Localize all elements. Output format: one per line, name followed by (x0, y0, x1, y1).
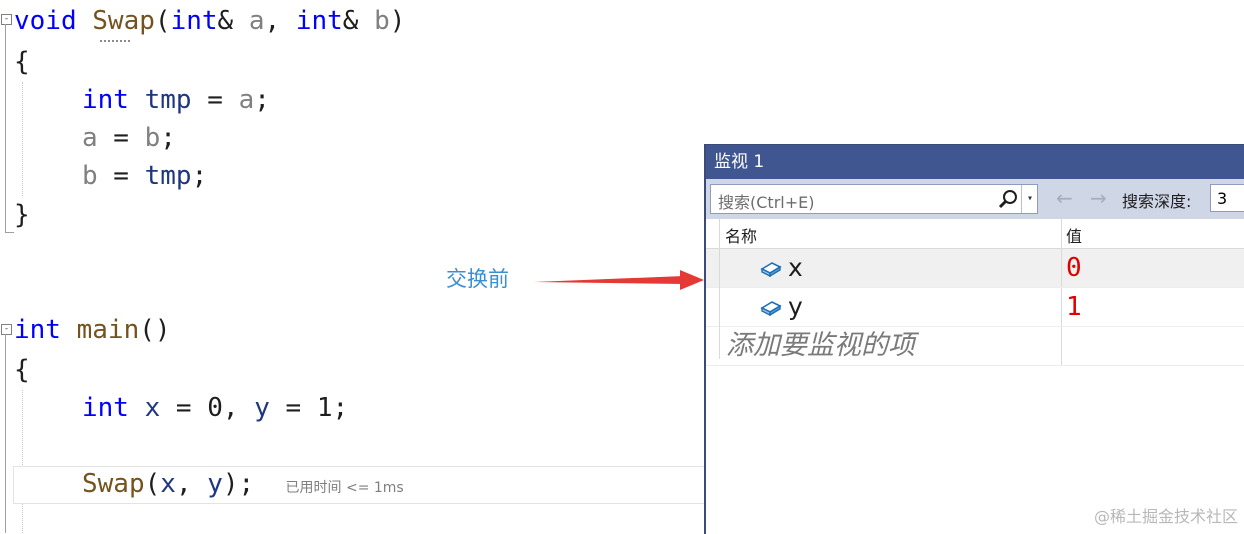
punct: ; (254, 85, 270, 115)
punct: ; (191, 161, 208, 191)
watermark: @稀土掘金技术社区 (1093, 507, 1238, 526)
punct: = (97, 161, 145, 191)
watch-value-y[interactable]: 1 (1066, 288, 1082, 326)
watch-name-y[interactable]: y (788, 288, 803, 326)
search-depth-field[interactable]: 3 (1210, 184, 1244, 212)
local-var: y (254, 393, 270, 423)
elapsed-time-hint: 已用时间 <= 1ms (285, 480, 404, 496)
keyword: int (82, 393, 129, 423)
punct: = 0, (160, 393, 255, 423)
watch-row-add[interactable]: 添加要监视的项 (706, 327, 1244, 366)
punct: , (264, 6, 296, 36)
annotation-arrow-icon (534, 270, 704, 290)
parameter: b (144, 123, 161, 153)
column-header-value[interactable]: 值 (1066, 223, 1082, 247)
code-line-brace: { (14, 351, 30, 389)
punct: ; (160, 123, 176, 153)
punct: = 1; (269, 393, 349, 423)
suggestion-squiggle (100, 37, 130, 42)
column-separator (1061, 249, 1062, 287)
parameter: a (238, 85, 255, 115)
function-name: Swap (92, 6, 155, 36)
back-arrow-icon[interactable]: ← (1056, 186, 1073, 210)
column-separator (1061, 288, 1062, 326)
watch-grid-header: 名称 值 (706, 219, 1244, 249)
outline-bracket (5, 24, 14, 233)
local-var: x (144, 393, 161, 423)
local-var: tmp (144, 161, 192, 191)
keyword: int (170, 6, 218, 36)
punct: ( (144, 469, 161, 499)
forward-arrow-icon[interactable]: → (1090, 186, 1107, 210)
code-line-assign-b: b = tmp; (82, 157, 207, 195)
punct: ( (154, 6, 171, 36)
keyword: int (295, 6, 343, 36)
annotation-label: 交换前 (446, 267, 509, 291)
chevron-down-icon[interactable]: ▾ (1021, 185, 1038, 213)
watch-row-y[interactable]: y 1 (706, 288, 1244, 327)
punct: , (175, 469, 208, 499)
code-line-brace: { (14, 43, 30, 81)
search-depth-label: 搜索深度: (1122, 192, 1192, 211)
watch-name-x[interactable]: x (788, 249, 803, 287)
watch-window-title[interactable]: 监视 1 (706, 145, 1244, 179)
search-input[interactable]: 搜索(Ctrl+E) (718, 189, 814, 213)
parameter: b (374, 6, 390, 36)
indent-guide (22, 82, 23, 196)
variable-icon (760, 262, 782, 277)
punct: & (342, 6, 375, 36)
outline-bracket (5, 334, 14, 533)
punct: = (191, 85, 239, 115)
punct: () (139, 315, 171, 345)
code-line-main-signature: int main() (14, 311, 171, 349)
keyword: int (14, 315, 61, 345)
punct: ); (222, 469, 255, 499)
search-icon[interactable] (997, 189, 1019, 211)
variable-icon (760, 301, 782, 316)
keyword: int (82, 85, 129, 115)
watch-grid[interactable]: 名称 值 x 0 y 1 添加要监视的项 (706, 219, 1244, 366)
watch-search-box[interactable]: 搜索(Ctrl+E) ▾ (710, 184, 1038, 214)
add-watch-item-placeholder[interactable]: 添加要监视的项 (726, 327, 915, 365)
function-name: main (76, 315, 140, 345)
local-var: x (160, 469, 176, 499)
parameter: b (82, 161, 98, 191)
local-var: y (207, 469, 223, 499)
punct: ) (389, 6, 406, 36)
code-line-assign-a: a = b; (82, 119, 176, 157)
watch-row-x[interactable]: x 0 (706, 249, 1244, 288)
brace: { (14, 355, 30, 385)
watch-value-x[interactable]: 0 (1066, 249, 1082, 287)
column-header-name[interactable]: 名称 (725, 223, 757, 247)
parameter: a (248, 6, 265, 36)
function-name: Swap (82, 469, 145, 499)
code-line-swap-call: Swap(x, y); 已用时间 <= 1ms (82, 465, 404, 503)
code-line-brace: } (14, 196, 30, 234)
column-separator[interactable] (1061, 219, 1062, 248)
local-var: tmp (144, 85, 192, 115)
keyword: void (14, 6, 77, 36)
code-line-swap-signature: void Swap(int& a, int& b) (14, 2, 405, 40)
punct: = (97, 123, 145, 153)
brace: { (14, 47, 30, 77)
code-line-tmp-decl: int tmp = a; (82, 81, 270, 119)
punct: & (217, 6, 249, 36)
grid-left-gutter (719, 219, 720, 359)
brace: } (14, 200, 30, 230)
parameter: a (82, 123, 98, 153)
watch-window[interactable]: 监视 1 搜索(Ctrl+E) ▾ ← → 搜索深度: 3 名称 值 x 0 y… (704, 144, 1244, 534)
column-separator (1061, 327, 1062, 365)
indent-guide (22, 390, 23, 533)
code-line-xy-decl: int x = 0, y = 1; (82, 389, 348, 427)
watch-toolbar: 搜索(Ctrl+E) ▾ ← → 搜索深度: 3 (706, 179, 1244, 219)
